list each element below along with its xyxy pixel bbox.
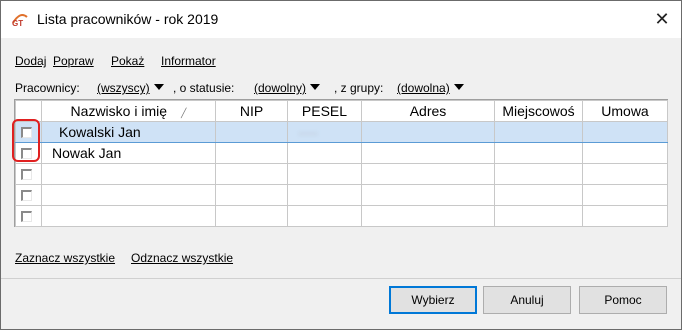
cell-pesel [287, 142, 362, 164]
row-select-cell[interactable] [15, 184, 42, 206]
employee-table: Nazwisko i imię ╱ NIP PESEL Adres Miejsco… [15, 100, 668, 227]
checkbox-highlight-annotation [12, 119, 40, 162]
status-filter-value: (dowolny) [254, 81, 307, 95]
cell-name [41, 205, 216, 227]
row-checkbox[interactable] [21, 190, 32, 201]
cell-umowa [582, 121, 668, 143]
cell-adres [361, 121, 495, 143]
table-row[interactable]: Kowalski Jan ····· [15, 121, 668, 143]
divider [1, 278, 681, 279]
group-filter-dropdown[interactable]: (dowolna) [397, 81, 464, 95]
menu-item-informator[interactable]: Informator [161, 54, 216, 68]
cell-name: Kowalski Jan [41, 121, 216, 143]
menu-item-popraw[interactable]: Popraw [53, 54, 94, 68]
table-row[interactable]: Nowak Jan [15, 142, 668, 164]
cell-miejscowosc [494, 121, 583, 143]
column-header-adres[interactable]: Adres [361, 100, 495, 122]
column-header-umowa[interactable]: Umowa [582, 100, 668, 122]
cell-pesel [287, 184, 362, 206]
group-filter-value: (dowolna) [397, 81, 450, 95]
sort-indicator-icon: ╱ [181, 108, 187, 118]
employee-grid[interactable]: Nazwisko i imię ╱ NIP PESEL Adres Miejsco… [14, 99, 668, 227]
workers-filter-label: Pracownicy: [15, 81, 80, 95]
status-filter-dropdown[interactable]: (dowolny) [254, 81, 321, 95]
cell-name: Nowak Jan [41, 142, 216, 164]
cell-nip [215, 121, 288, 143]
title-bar: GT Lista pracowników - rok 2019 ✕ [1, 1, 681, 38]
cell-name [41, 163, 216, 185]
column-header-miejscowosc[interactable]: Miejscowoś [494, 100, 583, 122]
status-filter-label: , o statusie: [173, 81, 235, 95]
cell-pesel [287, 205, 362, 227]
workers-filter-dropdown[interactable]: (wszyscy) [97, 81, 164, 95]
cell-adres [361, 142, 495, 164]
menu-item-pokaz[interactable]: Pokaż [111, 54, 144, 68]
cell-adres [361, 184, 495, 206]
cell-nip [215, 205, 288, 227]
row-select-cell[interactable] [15, 163, 42, 185]
deselect-all-link[interactable]: Odznacz wszystkie [131, 251, 233, 265]
cell-name [41, 184, 216, 206]
cell-miejscowosc [494, 205, 583, 227]
group-filter-label: , z grupy: [334, 81, 384, 95]
window-title: Lista pracowników - rok 2019 [37, 11, 219, 27]
table-row[interactable] [15, 184, 668, 206]
cell-adres [361, 163, 495, 185]
cell-nip [215, 142, 288, 164]
table-header-row: Nazwisko i imię ╱ NIP PESEL Adres Miejsco… [15, 100, 668, 122]
workers-filter-value: (wszyscy) [97, 81, 150, 95]
cell-pesel [287, 163, 362, 185]
row-checkbox[interactable] [21, 211, 32, 222]
dropdown-arrow-icon [310, 84, 321, 90]
column-header-pesel[interactable]: PESEL [287, 100, 362, 122]
choose-button[interactable]: Wybierz [389, 286, 477, 314]
dropdown-arrow-icon [153, 84, 164, 90]
select-all-link[interactable]: Zaznacz wszystkie [15, 251, 115, 265]
cell-miejscowosc [494, 163, 583, 185]
redacted-pesel: ····· [298, 126, 318, 140]
cell-nip [215, 163, 288, 185]
table-row[interactable] [15, 205, 668, 227]
dropdown-arrow-icon [453, 84, 464, 90]
cell-pesel: ····· [287, 121, 362, 143]
cell-umowa [582, 184, 668, 206]
row-checkbox[interactable] [21, 169, 32, 180]
close-button[interactable]: ✕ [648, 6, 676, 32]
row-select-cell[interactable] [15, 205, 42, 227]
cell-adres [361, 205, 495, 227]
filter-bar: Pracownicy: (wszyscy) , o statusie: (dow… [15, 81, 675, 97]
cell-miejscowosc [494, 142, 583, 164]
column-header-name[interactable]: Nazwisko i imię ╱ [41, 100, 216, 122]
column-header-label: Nazwisko i imię [70, 103, 168, 119]
column-header-nip[interactable]: NIP [215, 100, 288, 122]
table-row[interactable] [15, 163, 668, 185]
svg-text:GT: GT [12, 19, 23, 27]
employee-list-window: GT Lista pracowników - rok 2019 ✕ Dodaj … [0, 0, 682, 330]
cell-miejscowosc [494, 184, 583, 206]
cell-umowa [582, 142, 668, 164]
gt-logo-icon: GT [12, 14, 28, 27]
cancel-button[interactable]: Anuluj [483, 286, 571, 314]
cell-nip [215, 184, 288, 206]
cell-umowa [582, 205, 668, 227]
close-icon: ✕ [654, 9, 670, 29]
menu-item-dodaj[interactable]: Dodaj [15, 54, 46, 68]
cell-umowa [582, 163, 668, 185]
help-button[interactable]: Pomoc [579, 286, 667, 314]
